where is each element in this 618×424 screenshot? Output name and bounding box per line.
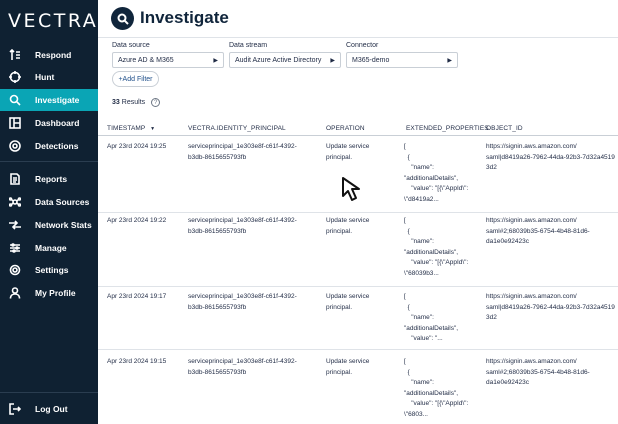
nav-item-hunt[interactable]: Hunt (0, 66, 98, 88)
cell-operation: Update service principal. (326, 293, 370, 311)
cell-object-id: https://signin.aws.amazon.com/ saml#2;68… (486, 358, 590, 386)
cell-extended-properties: [ { "name": "additionalDetails", "value"… (404, 293, 459, 342)
nav-label: Data Sources (35, 197, 90, 207)
nav-label: Investigate (35, 95, 80, 105)
nav-label: Reports (35, 174, 68, 184)
table-header-divider (98, 135, 618, 136)
dashboard-icon (8, 116, 22, 130)
cell-extended-properties: [ { "name": "additionalDetails", "value"… (404, 358, 469, 418)
network-stats-icon (8, 218, 22, 232)
results-count: 33 (112, 99, 120, 106)
gear-icon (8, 263, 22, 277)
cell-operation: Update service principal. (326, 217, 370, 235)
results-summary: 33 Results ? (112, 98, 161, 107)
data-stream-select[interactable]: Audit Azure Active Directory ▶ (229, 52, 341, 68)
cell-timestamp: Apr 23rd 2024 19:17 (107, 293, 167, 300)
nav-divider (0, 161, 98, 162)
nav-label: Log Out (35, 404, 68, 414)
nav-item-dashboard[interactable]: Dashboard (0, 112, 98, 134)
search-icon (8, 93, 22, 107)
column-header-operation[interactable]: OPERATION (326, 125, 365, 132)
cell-extended-properties: [ { "name": "additionalDetails", "value"… (404, 143, 469, 203)
info-icon[interactable]: ? (151, 98, 161, 107)
row-divider (98, 212, 618, 213)
sidebar: VECTRA Respond Hunt Investigate Dashboar… (0, 0, 98, 424)
cell-object-id: https://signin.aws.amazon.com/ saml|d841… (486, 293, 615, 321)
cell-operation: Update service principal. (326, 143, 370, 161)
sort-desc-icon: ▼ (150, 126, 156, 132)
row-divider (98, 349, 618, 350)
detections-icon (8, 139, 22, 153)
logout-icon (8, 402, 22, 416)
connector-select[interactable]: M365-demo ▶ (346, 52, 458, 68)
column-header-extended-properties[interactable]: EXTENDED_PROPERTIES (406, 125, 489, 132)
cell-timestamp: Apr 23rd 2024 19:15 (107, 358, 167, 365)
reports-icon (8, 172, 22, 186)
cell-object-id: https://signin.aws.amazon.com/ saml#2;68… (486, 217, 590, 245)
caret-right-icon: ▶ (213, 58, 218, 64)
nav-label: Detections (35, 141, 79, 151)
nav-item-network-stats[interactable]: Network Stats (0, 214, 98, 236)
nav-item-data-sources[interactable]: Data Sources (0, 191, 98, 213)
nav-divider (0, 392, 98, 393)
nav-label: Hunt (35, 72, 55, 82)
page-title: Investigate (140, 8, 229, 27)
caret-right-icon: ▶ (330, 58, 335, 64)
nav-label: Manage (35, 243, 67, 253)
nav-item-detections[interactable]: Detections (0, 135, 98, 157)
cell-principal: serviceprincipal_1e303e8f-c61f-4392- b3d… (188, 143, 297, 161)
cell-principal: serviceprincipal_1e303e8f-c61f-4392- b3d… (188, 217, 297, 235)
results-label: Results (121, 99, 146, 106)
data-sources-icon (8, 195, 22, 209)
column-header-object-id[interactable]: OBJECT_ID (486, 125, 523, 132)
cell-operation: Update service principal. (326, 358, 370, 376)
cell-principal: serviceprincipal_1e303e8f-c61f-4392- b3d… (188, 358, 297, 376)
add-filter-button[interactable]: +Add Filter (112, 71, 159, 87)
nav-label: Network Stats (35, 220, 92, 230)
row-divider (98, 286, 618, 287)
vectra-logo: VECTRA (8, 10, 99, 32)
nav-label: Settings (35, 265, 69, 275)
user-icon (8, 286, 22, 300)
nav-item-settings[interactable]: Settings (0, 259, 98, 281)
nav-item-respond[interactable]: Respond (0, 44, 98, 66)
column-header-principal[interactable]: VECTRA.IDENTITY_PRINCIPAL (188, 125, 286, 132)
manage-icon (8, 241, 22, 255)
respond-icon (8, 48, 22, 62)
caret-right-icon: ▶ (447, 58, 452, 64)
column-header-timestamp[interactable]: TIMESTAMP ▼ (107, 125, 155, 132)
connector-value: M365-demo (352, 56, 390, 64)
nav-label: My Profile (35, 288, 76, 298)
page-header: Investigate (98, 0, 618, 38)
search-icon (111, 7, 134, 30)
mouse-cursor-icon (342, 177, 360, 201)
nav-item-manage[interactable]: Manage (0, 237, 98, 259)
cell-object-id: https://signin.aws.amazon.com/ saml|d841… (486, 143, 615, 171)
data-stream-value: Audit Azure Active Directory (235, 56, 322, 64)
nav-item-reports[interactable]: Reports (0, 168, 98, 190)
data-source-label: Data source (112, 42, 150, 49)
cell-principal: serviceprincipal_1e303e8f-c61f-4392- b3d… (188, 293, 297, 311)
nav-item-my-profile[interactable]: My Profile (0, 282, 98, 304)
data-source-select[interactable]: Azure AD & M365 ▶ (112, 52, 224, 68)
nav-item-logout[interactable]: Log Out (0, 398, 98, 420)
nav-label: Dashboard (35, 118, 80, 128)
crosshair-icon (8, 70, 22, 84)
nav-label: Respond (35, 50, 72, 60)
data-source-value: Azure AD & M365 (118, 56, 174, 64)
cell-timestamp: Apr 23rd 2024 19:25 (107, 143, 167, 150)
connector-label: Connector (346, 42, 379, 49)
cell-timestamp: Apr 23rd 2024 19:22 (107, 217, 167, 224)
nav-item-investigate[interactable]: Investigate (0, 89, 98, 111)
data-stream-label: Data stream (229, 42, 268, 49)
cell-extended-properties: [ { "name": "additionalDetails", "value"… (404, 217, 469, 277)
